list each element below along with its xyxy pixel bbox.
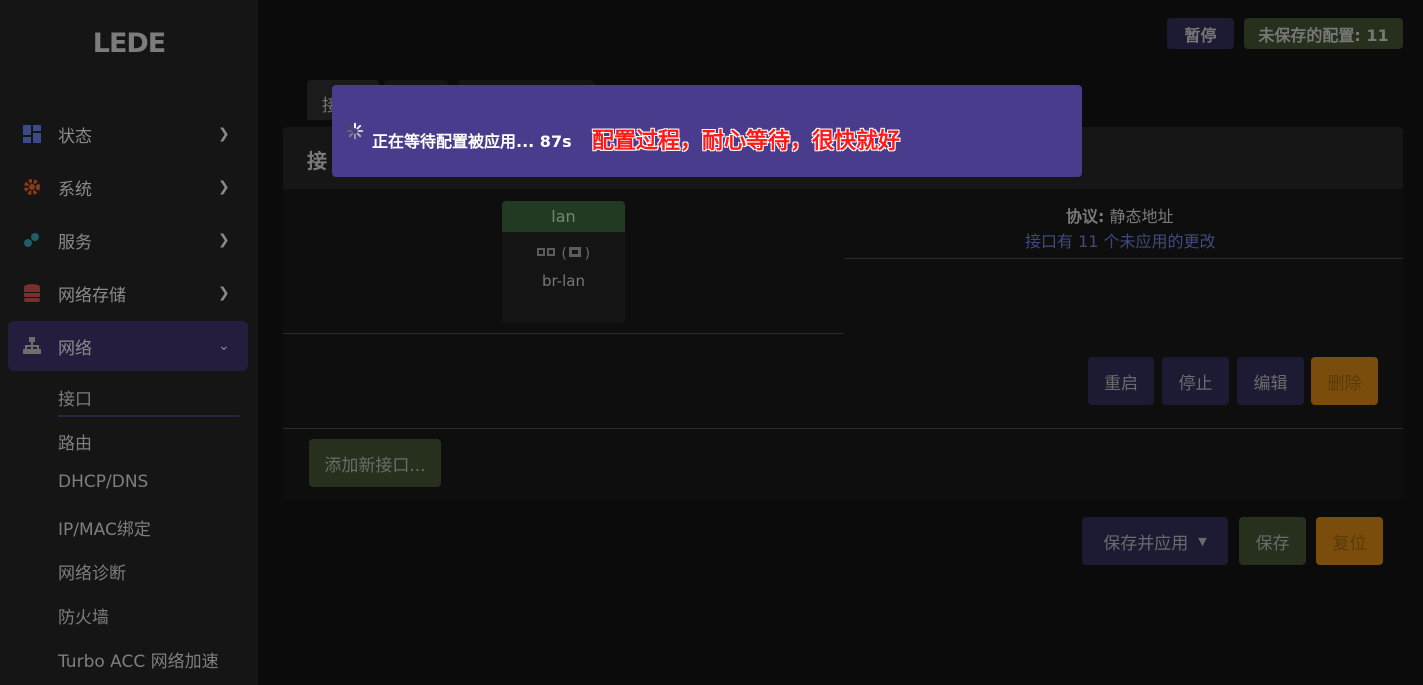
sidebar-item-label: 系统 bbox=[58, 179, 92, 200]
protocol-value: 静态地址 bbox=[1109, 207, 1174, 226]
chevron-right-icon: ❯ bbox=[218, 285, 230, 301]
sidebar-subitem-firewall[interactable]: 防火墙 bbox=[58, 603, 109, 628]
sidebar-item-label: 服务 bbox=[58, 232, 92, 253]
sidebar-item-label: 状态 bbox=[58, 126, 92, 147]
panel-title: 接 bbox=[307, 149, 327, 173]
sidebar-item-network[interactable]: 网络 ⌄ bbox=[8, 321, 248, 371]
sidebar-item-status[interactable]: 状态 ❯ bbox=[8, 109, 248, 159]
sidebar-subitem-diagnostics[interactable]: 网络诊断 bbox=[58, 559, 126, 584]
divider bbox=[283, 428, 1403, 429]
sitemap-icon bbox=[22, 336, 42, 356]
delete-button[interactable]: 删除 bbox=[1311, 357, 1378, 405]
spinner-icon bbox=[346, 122, 364, 140]
interface-port-icons: ( ) bbox=[502, 246, 625, 262]
interfaces-panel bbox=[283, 189, 1403, 499]
sidebar-subitem-routes[interactable]: 路由 bbox=[58, 429, 92, 454]
sidebar-item-system[interactable]: 系统 ❯ bbox=[8, 162, 248, 212]
puzzle-icon bbox=[22, 230, 42, 250]
save-button[interactable]: 保存 bbox=[1239, 517, 1306, 565]
pause-button[interactable]: 暂停 bbox=[1167, 18, 1234, 49]
interface-name: lan bbox=[502, 201, 625, 232]
sidebar-subitem-ip-mac-binding[interactable]: IP/MAC绑定 bbox=[58, 515, 151, 540]
bridge-icon bbox=[569, 247, 582, 257]
sidebar-subitem-interfaces[interactable]: 接口 bbox=[58, 385, 92, 410]
pending-changes-link[interactable]: 接口有 11 个未应用的更改 bbox=[1025, 228, 1216, 252]
sidebar-item-services[interactable]: 服务 ❯ bbox=[8, 215, 248, 265]
divider bbox=[283, 333, 844, 334]
interface-card-lan: lan ( ) br-lan bbox=[502, 201, 625, 323]
caret-down-icon: ▼ bbox=[1198, 534, 1207, 548]
annotation-note: 配置过程，耐心等待，很快就好 bbox=[592, 129, 901, 154]
chevron-down-icon: ⌄ bbox=[218, 338, 230, 354]
save-apply-label: 保存并应用 bbox=[1103, 533, 1189, 554]
sidebar: LEDE 状态 ❯ 系统 ❯ 服务 ❯ 网络存储 ❯ 网络 ⌄ 接口 路由 DH… bbox=[0, 0, 258, 685]
add-interface-button[interactable]: 添加新接口... bbox=[309, 439, 441, 487]
protocol-label: 协议: bbox=[1066, 207, 1105, 226]
divider bbox=[844, 258, 1403, 259]
sidebar-item-label: 网络存储 bbox=[58, 285, 126, 306]
chevron-right-icon: ❯ bbox=[218, 126, 230, 142]
database-icon bbox=[22, 283, 42, 303]
sidebar-item-label: 网络 bbox=[58, 338, 92, 359]
reset-button[interactable]: 复位 bbox=[1316, 517, 1383, 565]
protocol-info: 协议: 静态地址 bbox=[1066, 203, 1174, 227]
interface-device: br-lan bbox=[541, 272, 585, 290]
restart-button[interactable]: 重启 bbox=[1088, 357, 1154, 405]
active-indicator bbox=[58, 415, 239, 417]
chevron-right-icon: ❯ bbox=[218, 179, 230, 195]
apply-status-text: 正在等待配置被应用... 87s bbox=[372, 132, 572, 151]
edit-button[interactable]: 编辑 bbox=[1237, 357, 1304, 405]
gear-icon bbox=[22, 177, 42, 197]
app-logo: LEDE bbox=[92, 28, 167, 59]
sidebar-subitem-turbo-acc[interactable]: Turbo ACC 网络加速 bbox=[58, 647, 219, 672]
stop-button[interactable]: 停止 bbox=[1162, 357, 1229, 405]
sidebar-subitem-dhcp-dns[interactable]: DHCP/DNS bbox=[58, 472, 148, 492]
ethernet-port-icon bbox=[536, 248, 555, 256]
dashboard-icon bbox=[22, 124, 42, 144]
save-apply-dropdown[interactable]: 保存并应用 ▼ bbox=[1082, 517, 1228, 565]
unsaved-changes-badge[interactable]: 未保存的配置: 11 bbox=[1244, 18, 1403, 49]
sidebar-item-storage[interactable]: 网络存储 ❯ bbox=[8, 268, 248, 318]
chevron-right-icon: ❯ bbox=[218, 232, 230, 248]
